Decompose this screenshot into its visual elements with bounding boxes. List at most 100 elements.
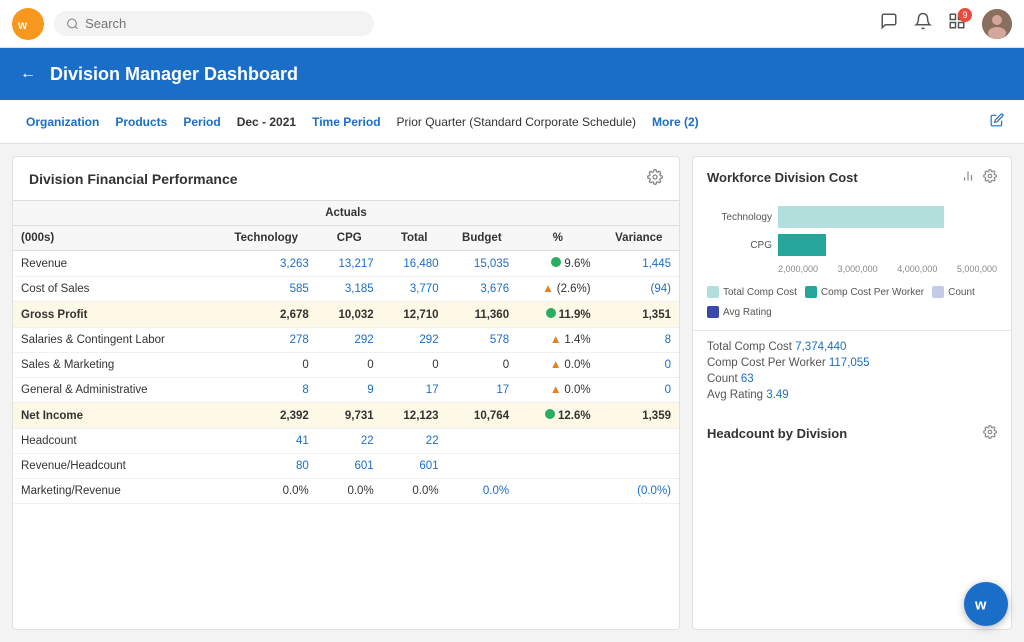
- stat-total-comp-value: 7,374,440: [795, 341, 846, 353]
- page-header: ← Division Manager Dashboard: [0, 48, 1024, 100]
- financial-table: Actuals (000s) Technology CPG Total Budg…: [13, 200, 679, 504]
- filter-edit-icon[interactable]: [990, 113, 1004, 130]
- avatar[interactable]: [982, 9, 1012, 39]
- filter-bar: Organization Products Period Dec - 2021 …: [0, 100, 1024, 144]
- col-header-total: Total: [382, 226, 447, 251]
- bar-track-cpg: [778, 234, 997, 256]
- stat-comp-per-worker-value: 117,055: [829, 357, 870, 369]
- stat-avg-rating-value: 3.49: [766, 389, 788, 401]
- stat-comp-per-worker: Comp Cost Per Worker 117,055: [707, 357, 997, 369]
- row-technology: 278: [216, 328, 317, 353]
- row-total: 3,770: [382, 277, 447, 302]
- row-total: 22: [382, 429, 447, 454]
- row-variance: (0.0%): [599, 479, 679, 504]
- row-total: 601: [382, 454, 447, 479]
- row-cpg: 0: [317, 353, 382, 378]
- row-pct: 9.6%: [517, 251, 599, 277]
- workday-logo[interactable]: w: [12, 8, 44, 40]
- row-label: Salaries & Contingent Labor: [13, 328, 216, 353]
- table-row: General & Administrative891717▲0.0%0: [13, 378, 679, 403]
- page-title: Division Manager Dashboard: [50, 64, 298, 85]
- row-budget: 578: [447, 328, 518, 353]
- row-budget: 11,360: [447, 302, 518, 328]
- row-pct: [517, 429, 599, 454]
- bar-track-technology: [778, 206, 997, 228]
- search-bar[interactable]: [54, 11, 374, 36]
- filter-period-label: Period: [177, 115, 226, 129]
- back-button[interactable]: ←: [20, 65, 36, 83]
- row-label: Gross Profit: [13, 302, 216, 328]
- row-technology: 41: [216, 429, 317, 454]
- x-label-2: 3,000,000: [838, 264, 878, 274]
- filter-period-value: Dec - 2021: [231, 115, 302, 129]
- chart-type-icon[interactable]: [961, 169, 975, 186]
- row-cpg: 22: [317, 429, 382, 454]
- row-pct: [517, 479, 599, 504]
- x-label-1: 2,000,000: [778, 264, 818, 274]
- workforce-gear-icon[interactable]: [983, 169, 997, 186]
- stat-count: Count 63: [707, 373, 997, 385]
- table-row: Headcount412222: [13, 429, 679, 454]
- table-row: Net Income2,3929,73112,12310,76412.6%1,3…: [13, 403, 679, 429]
- bar-teal-dark-cpg: [778, 234, 826, 256]
- apps-icon-btn[interactable]: 9: [948, 12, 966, 35]
- col-header-label: (000s): [13, 226, 216, 251]
- notifications-icon-btn[interactable]: [914, 12, 932, 35]
- row-variance: [599, 454, 679, 479]
- row-budget: 3,676: [447, 277, 518, 302]
- col-header-pct: %: [517, 226, 599, 251]
- workforce-icons: [961, 169, 997, 186]
- row-budget: [447, 429, 518, 454]
- row-total: 12,710: [382, 302, 447, 328]
- workforce-header: Workforce Division Cost: [707, 169, 997, 186]
- bar-label-cpg: CPG: [707, 240, 772, 251]
- row-pct: ▲1.4%: [517, 328, 599, 353]
- filter-time-period-value: Prior Quarter (Standard Corporate Schedu…: [391, 115, 642, 129]
- row-variance: [599, 429, 679, 454]
- row-label: Sales & Marketing: [13, 353, 216, 378]
- headcount-title: Headcount by Division: [707, 426, 847, 441]
- legend-box-total-comp: [707, 286, 719, 298]
- row-pct: ▲0.0%: [517, 378, 599, 403]
- row-total: 0.0%: [382, 479, 447, 504]
- fab-button[interactable]: w: [964, 582, 1008, 626]
- row-variance: 1,359: [599, 403, 679, 429]
- legend-label-total-comp: Total Comp Cost: [723, 287, 797, 298]
- left-panel-header: Division Financial Performance: [13, 157, 679, 200]
- row-cpg: 9,731: [317, 403, 382, 429]
- bar-row-technology: Technology: [707, 206, 997, 228]
- col-header-budget: Budget: [447, 226, 518, 251]
- row-label: Net Income: [13, 403, 216, 429]
- bar-teal-light-tech: [778, 206, 944, 228]
- left-panel-gear-icon[interactable]: [647, 169, 663, 188]
- badge: 9: [958, 8, 972, 22]
- search-input[interactable]: [85, 16, 362, 31]
- stat-avg-rating-label: Avg Rating: [707, 389, 763, 401]
- row-budget: 15,035: [447, 251, 518, 277]
- row-total: 292: [382, 328, 447, 353]
- headcount-gear-icon[interactable]: [983, 425, 997, 442]
- stat-count-label: Count: [707, 373, 738, 385]
- row-variance: 0: [599, 353, 679, 378]
- row-budget: 17: [447, 378, 518, 403]
- row-pct: ▲0.0%: [517, 353, 599, 378]
- legend-box-avg-rating: [707, 306, 719, 318]
- x-label-4: 5,000,000: [957, 264, 997, 274]
- right-panel: Workforce Division Cost Technology: [692, 156, 1012, 630]
- legend-box-count: [932, 286, 944, 298]
- row-cpg: 9: [317, 378, 382, 403]
- filter-products[interactable]: Products: [109, 115, 173, 129]
- filter-organization[interactable]: Organization: [20, 115, 105, 129]
- table-row: Salaries & Contingent Labor278292292578▲…: [13, 328, 679, 353]
- row-cpg: 0.0%: [317, 479, 382, 504]
- chat-icon-btn[interactable]: [880, 12, 898, 35]
- row-cpg: 10,032: [317, 302, 382, 328]
- main-content: Division Financial Performance Actuals (…: [0, 144, 1024, 642]
- row-label: General & Administrative: [13, 378, 216, 403]
- filter-more[interactable]: More (2): [646, 115, 705, 129]
- col-header-cpg: CPG: [317, 226, 382, 251]
- row-variance: 8: [599, 328, 679, 353]
- row-variance: (94): [599, 277, 679, 302]
- table-row: Sales & Marketing0000▲0.0%0: [13, 353, 679, 378]
- chart-x-axis: 2,000,000 3,000,000 4,000,000 5,000,000: [707, 262, 997, 274]
